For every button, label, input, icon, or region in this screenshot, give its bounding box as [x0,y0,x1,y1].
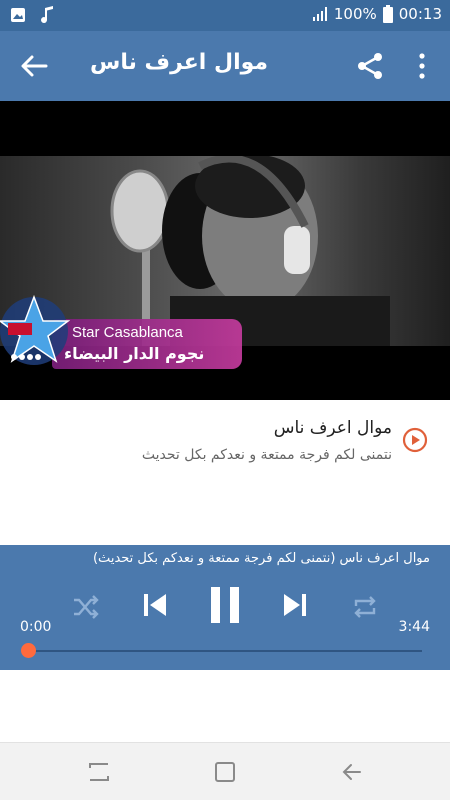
current-time: 0:00 [20,619,52,635]
track-subtitle: نتمنى لكم فرجة ممتعة و نعدكم بكل تحديث [141,447,392,463]
channel-watermark: Star Casablanca نجوم الدار البيضاء [0,291,242,375]
share-icon[interactable] [355,51,385,81]
page-title: موال اعرف ناس [90,50,269,75]
track-list-item[interactable]: موال اعرف ناس نتمنى لكم فرجة ممتعة و نعد… [0,400,450,545]
seek-bar[interactable] [28,650,422,652]
skip-previous-icon[interactable] [140,590,170,620]
back-arrow-icon[interactable] [18,51,50,81]
status-bar: 100% 00:13 [0,0,450,31]
signal-icon [312,7,327,21]
play-circle-icon[interactable] [402,427,428,453]
repeat-icon[interactable] [350,592,380,622]
home-icon[interactable] [213,760,237,784]
pause-icon[interactable] [205,585,245,625]
skip-next-icon[interactable] [280,590,310,620]
total-time: 3:44 [398,619,430,635]
system-nav-bar [0,742,450,800]
app-toolbar: موال اعرف ناس [0,31,450,101]
player-panel: موال اعرف ناس (نتمنى لكم فرجة ممتعة و نع… [0,545,450,670]
more-vert-icon[interactable] [410,51,434,81]
track-title: موال اعرف ناس [273,418,392,438]
battery-percent: 100% [333,5,377,23]
watermark-arabic: نجوم الدار البيضاء [64,344,205,363]
now-playing-text: موال اعرف ناس (نتمنى لكم فرجة ممتعة و نع… [92,551,430,566]
battery-icon [382,5,393,23]
seek-thumb[interactable] [21,643,36,658]
back-icon[interactable] [340,760,364,784]
shuffle-icon[interactable] [70,592,100,622]
gallery-icon [11,8,25,22]
recent-apps-icon[interactable] [87,760,111,784]
empty-area [0,670,450,742]
video-player[interactable]: Star Casablanca نجوم الدار البيضاء [0,101,450,400]
star-logo-icon [0,294,70,365]
watermark-english: Star Casablanca [72,324,183,341]
status-time: 00:13 [398,5,442,23]
music-note-icon [41,6,53,24]
